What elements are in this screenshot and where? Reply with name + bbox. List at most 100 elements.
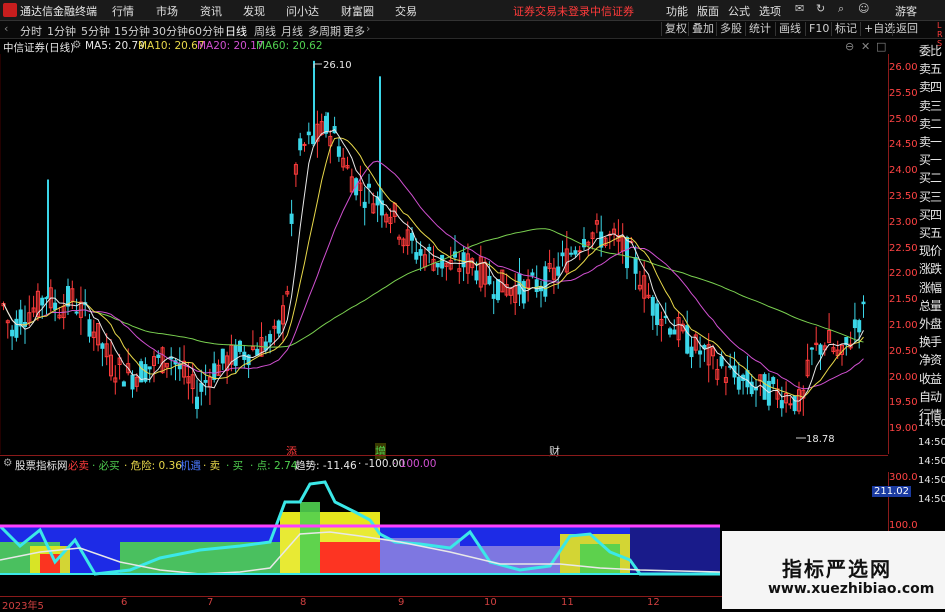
- side-label-12[interactable]: 涨跌: [919, 260, 942, 277]
- side-label-19[interactable]: 自动: [919, 388, 942, 405]
- candle-body: [771, 377, 776, 385]
- menu-item-guest[interactable]: 游客: [895, 3, 917, 19]
- more-chevron-icon[interactable]: ›: [366, 22, 370, 35]
- candle-body: [44, 297, 49, 300]
- zoom-out-icon[interactable]: ⊖: [845, 40, 854, 53]
- app-logo-icon: [3, 3, 17, 17]
- candle-body: [220, 348, 225, 364]
- ytick-24.00: 24.00: [889, 165, 918, 177]
- ytick-19.00: 19.00: [889, 423, 918, 435]
- candle-body: [418, 249, 423, 256]
- ytick-23.50: 23.50: [889, 191, 918, 202]
- tool-back[interactable]: 返回: [892, 22, 921, 36]
- watermark-panel: 指标严选网 www.xuezhibiao.com: [722, 531, 945, 609]
- message-icon[interactable]: ✉: [795, 2, 804, 15]
- side-label-16[interactable]: 换手: [919, 333, 942, 350]
- candle-body: [543, 266, 548, 297]
- indicator-band: [300, 502, 320, 574]
- period-multi[interactable]: 多周期: [308, 23, 341, 39]
- indicator-name[interactable]: 股票指标网: [15, 458, 68, 473]
- side-time-4: 14:50: [918, 494, 945, 505]
- period-5min[interactable]: 5分钟: [81, 23, 110, 39]
- side-time-1: 14:50: [918, 437, 945, 448]
- menu-item-banmian[interactable]: 版面: [697, 3, 719, 19]
- period-weekly[interactable]: 周线: [254, 23, 276, 39]
- tool-tongji[interactable]: 统计: [745, 22, 774, 36]
- tool-diejia[interactable]: 叠加: [688, 22, 717, 36]
- candle-body: [461, 252, 466, 268]
- menu-item-shichang[interactable]: 市场: [156, 3, 178, 19]
- menu-item-zixun[interactable]: 资讯: [200, 3, 222, 19]
- refresh-icon[interactable]: ↻: [816, 2, 825, 15]
- period-1min[interactable]: 1分钟: [47, 23, 76, 39]
- menu-item-gongneng[interactable]: 功能: [666, 3, 688, 19]
- side-label-5[interactable]: 卖一: [919, 133, 942, 150]
- period-15min[interactable]: 15分钟: [114, 23, 150, 39]
- ind-bimai: 必卖: [68, 460, 89, 472]
- side-label-9[interactable]: 买四: [919, 206, 942, 223]
- candle-body: [625, 236, 629, 269]
- candle-body: [263, 341, 268, 351]
- candle-body: [427, 246, 432, 251]
- candle-body: [238, 340, 242, 352]
- menu-item-gongshi[interactable]: 公式: [728, 3, 750, 19]
- candle-body: [268, 333, 273, 343]
- side-label-1[interactable]: 卖五: [919, 60, 942, 77]
- xtick-may: 2023年5: [2, 601, 44, 612]
- side-label-17[interactable]: 净资: [919, 351, 942, 368]
- period-fenshi[interactable]: 分时: [20, 23, 42, 39]
- side-label-2[interactable]: 卖四: [919, 78, 942, 95]
- candle-body: [689, 346, 694, 358]
- period-more[interactable]: 更多: [343, 23, 365, 39]
- tool-biaoji[interactable]: 标记: [831, 22, 860, 36]
- period-30min[interactable]: 30分钟: [152, 23, 188, 39]
- period-monthly[interactable]: 月线: [281, 23, 303, 39]
- menu-item-caifuquan[interactable]: 财富圈: [341, 3, 374, 19]
- side-label-15[interactable]: 外盘: [919, 315, 942, 332]
- candle-body: [736, 376, 741, 390]
- side-label-7[interactable]: 买二: [919, 169, 942, 186]
- menu-item-xuanxiang[interactable]: 选项: [759, 3, 781, 19]
- ytick-23.00: 23.00: [889, 216, 918, 228]
- candle-body: [336, 146, 341, 157]
- tool-fuquan[interactable]: 复权: [661, 22, 690, 36]
- candlestick-chart[interactable]: 26.10 18.78: [0, 54, 888, 454]
- menu-item-faxian[interactable]: 发现: [243, 3, 265, 19]
- menu-item-hangqing[interactable]: 行情: [112, 3, 134, 19]
- marker-zhang: 添: [286, 445, 297, 458]
- candle-body: [655, 303, 660, 326]
- period-toolbar: ‹ 分时 1分钟 5分钟 15分钟 30分钟 60分钟 日线 周线 月线 多周期…: [0, 21, 945, 39]
- search-icon[interactable]: ⌕: [838, 2, 844, 16]
- login-notice[interactable]: 证券交易未登录: [513, 3, 590, 19]
- side-label-6[interactable]: 买一: [919, 151, 942, 168]
- back-arrow-icon[interactable]: ‹: [4, 22, 8, 35]
- xtick-jul: 7: [207, 597, 214, 608]
- side-label-3[interactable]: 卖三: [919, 97, 942, 114]
- close-window-icon[interactable]: ✕: [861, 40, 870, 53]
- candle-body: [852, 319, 857, 329]
- side-label-14[interactable]: 总量: [919, 297, 942, 314]
- tool-f10[interactable]: F10: [805, 22, 832, 36]
- watermark-title: 指标严选网: [782, 557, 892, 581]
- period-60min[interactable]: 60分钟: [188, 23, 224, 39]
- tool-huaxian[interactable]: 画线: [775, 22, 804, 36]
- tool-duogu[interactable]: 多股: [716, 22, 745, 36]
- menu-item-wenxiaoda[interactable]: 问小达: [286, 3, 319, 19]
- ind-current-value-badge: 211.02: [872, 486, 911, 497]
- candle-body: [199, 382, 204, 392]
- settings-gear-icon[interactable]: ⚙: [72, 39, 81, 51]
- period-daily[interactable]: 日线: [225, 23, 247, 39]
- side-label-4[interactable]: 卖二: [919, 115, 942, 132]
- maximize-icon[interactable]: □: [876, 40, 886, 53]
- side-label-8[interactable]: 买三: [919, 188, 942, 205]
- side-label-11[interactable]: 现价: [919, 242, 942, 259]
- side-label-10[interactable]: 买五: [919, 224, 942, 241]
- side-label-13[interactable]: 涨幅: [919, 279, 942, 296]
- side-time-0: 14:50: [918, 418, 945, 429]
- side-label-18[interactable]: 收益: [919, 370, 942, 387]
- settings-gear-icon[interactable]: ⚙: [3, 457, 12, 469]
- candle-body: [298, 138, 303, 151]
- user-icon[interactable]: ☺: [858, 2, 869, 15]
- candle-body: [14, 318, 19, 338]
- menu-item-jiaoyi[interactable]: 交易: [395, 3, 417, 19]
